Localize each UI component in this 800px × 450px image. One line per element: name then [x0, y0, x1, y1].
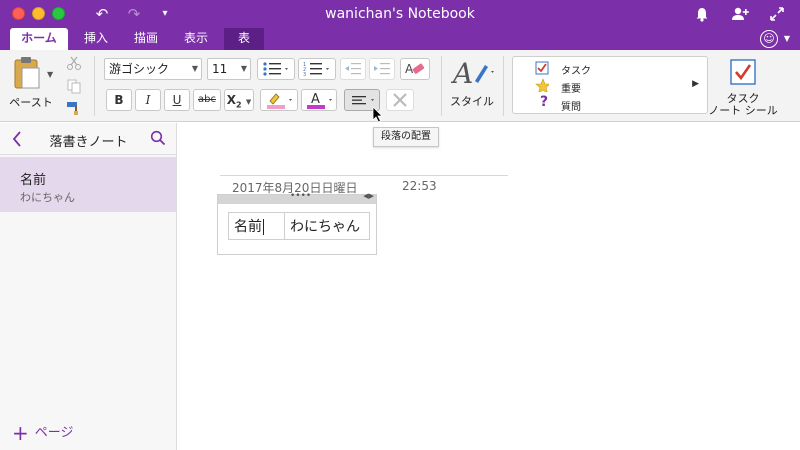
svg-text:A: A	[451, 57, 473, 90]
highlighter-icon	[267, 93, 292, 109]
smiley-feedback-icon[interactable]: ☺	[760, 30, 778, 48]
chevron-down-icon[interactable]: ▼	[241, 59, 247, 79]
add-page-label: ページ	[34, 425, 74, 441]
tab-home[interactable]: ホーム	[10, 28, 68, 50]
page-list-item[interactable]: 名前 わにちゃん	[0, 157, 176, 212]
share-person-icon[interactable]	[730, 5, 750, 23]
ribbon-separator	[441, 56, 442, 116]
window-title: wanichan's Notebook	[325, 6, 475, 22]
page-title: 名前	[20, 173, 47, 188]
tab-table[interactable]: 表	[224, 28, 264, 50]
mouse-pointer-icon	[372, 106, 383, 123]
question-icon: ?	[539, 94, 549, 110]
table-row: 名前 わにちゃん	[228, 212, 370, 240]
tab-draw[interactable]: 描画	[126, 28, 166, 50]
page-time: 22:53	[402, 179, 437, 193]
font-size-combobox[interactable]: 11 ▼	[207, 58, 251, 80]
eraser-icon: A	[405, 62, 425, 76]
text-caret	[263, 219, 264, 235]
chevron-down-icon[interactable]: ▼	[246, 98, 251, 106]
search-icon[interactable]	[150, 130, 166, 146]
add-page-button[interactable]: + ページ	[12, 421, 74, 445]
copy-icon[interactable]	[66, 78, 82, 94]
styles-icon[interactable]: A	[451, 55, 495, 91]
clipboard-paste-icon[interactable]	[12, 56, 42, 90]
bullet-list-icon	[263, 62, 288, 76]
checkbox-icon	[535, 61, 549, 75]
font-color-button[interactable]: A	[301, 89, 337, 111]
tag-item-question[interactable]: ? 質問	[533, 94, 581, 113]
drag-grip-icon[interactable]: ••••	[290, 191, 311, 201]
page-title-underline	[220, 175, 508, 176]
resize-arrows-icon[interactable]: ◀▶	[363, 192, 374, 200]
chevron-down-icon[interactable]: ▼	[192, 59, 198, 79]
gallery-expand-arrow-icon[interactable]: ▶	[692, 79, 699, 89]
ribbon-separator	[94, 56, 95, 116]
italic-button[interactable]: I	[135, 89, 161, 111]
paragraph-alignment-tooltip: 段落の配置	[373, 127, 439, 147]
chevron-down-icon[interactable]: ▼	[784, 34, 790, 43]
bold-button[interactable]: B	[106, 89, 132, 111]
numbered-list-icon: 123	[303, 62, 329, 78]
strikethrough-button[interactable]: abc	[193, 89, 221, 111]
delete-button[interactable]	[386, 89, 414, 111]
note-table[interactable]: 名前 わにちゃん	[228, 212, 370, 240]
bell-icon[interactable]	[693, 5, 713, 23]
font-name-value: 游ゴシック	[109, 62, 170, 76]
todo-tag-label-line2: ノート シール	[708, 104, 778, 117]
font-color-icon: A	[307, 92, 332, 109]
plus-icon: +	[12, 421, 29, 445]
tag-item-important[interactable]: 重要	[533, 78, 581, 95]
tags-gallery[interactable]: タスク 重要 ? 質問 ▶	[512, 56, 708, 114]
fullscreen-icon[interactable]	[768, 5, 788, 23]
decrease-indent-button[interactable]	[340, 58, 366, 80]
format-painter-icon[interactable]	[66, 100, 82, 116]
section-header: 落書きノート	[0, 123, 177, 155]
tag-label: 質問	[561, 102, 581, 113]
subscript-index: 2	[236, 100, 242, 110]
star-icon	[535, 78, 549, 92]
svg-text:3: 3	[303, 72, 306, 78]
increase-indent-icon	[374, 63, 390, 75]
table-cell[interactable]: わにちゃん	[284, 212, 370, 240]
todo-tag-icon[interactable]	[730, 59, 756, 85]
todo-tag-label[interactable]: タスク ノート シール	[705, 93, 781, 117]
font-size-value: 11	[212, 62, 228, 76]
title-bar: ↶ ↷ ▾ wanichan's Notebook	[0, 0, 800, 28]
bullets-button[interactable]	[257, 58, 295, 80]
font-color-glyph: A	[311, 92, 320, 107]
subscript-letter: X	[226, 93, 237, 107]
ribbon-home: ▼ ペースト 游ゴシック ▼ 11 ▼ 123 A B I U abc X2 ▼…	[0, 50, 800, 122]
ribbon-separator	[503, 56, 504, 116]
tab-view[interactable]: 表示	[176, 28, 216, 50]
font-name-combobox[interactable]: 游ゴシック ▼	[104, 58, 202, 80]
styles-label[interactable]: スタイル	[447, 93, 497, 109]
page-list-pane: 落書きノート 名前 わにちゃん + ページ	[0, 123, 177, 450]
tag-item-task[interactable]: タスク	[533, 61, 591, 77]
container-handle-bar[interactable]: •••• ◀▶	[218, 191, 376, 204]
subscript-button[interactable]: X2 ▼	[224, 89, 254, 111]
decrease-indent-icon	[345, 63, 361, 75]
tag-label: タスク	[561, 66, 591, 77]
note-container[interactable]: •••• ◀▶ 名前 わにちゃん	[217, 191, 377, 255]
ribbon-tabs: ホーム 挿入 描画 表示 表 ☺ ▼	[0, 28, 800, 50]
table-cell[interactable]: 名前	[228, 212, 285, 240]
numbering-button[interactable]: 123	[298, 58, 336, 80]
tab-insert[interactable]: 挿入	[76, 28, 116, 50]
highlight-button[interactable]	[260, 89, 298, 111]
page-preview: わにちゃん	[20, 191, 75, 204]
cut-scissors-icon[interactable]	[66, 55, 82, 71]
paste-label[interactable]: ペースト	[8, 94, 54, 110]
close-x-icon	[393, 93, 407, 107]
tag-label: 重要	[561, 84, 581, 95]
underline-button[interactable]: U	[164, 89, 190, 111]
svg-text:A: A	[405, 62, 414, 76]
clear-formatting-button[interactable]: A	[400, 58, 430, 80]
increase-indent-button[interactable]	[369, 58, 395, 80]
paste-options-chevron-icon[interactable]: ▼	[47, 70, 53, 79]
